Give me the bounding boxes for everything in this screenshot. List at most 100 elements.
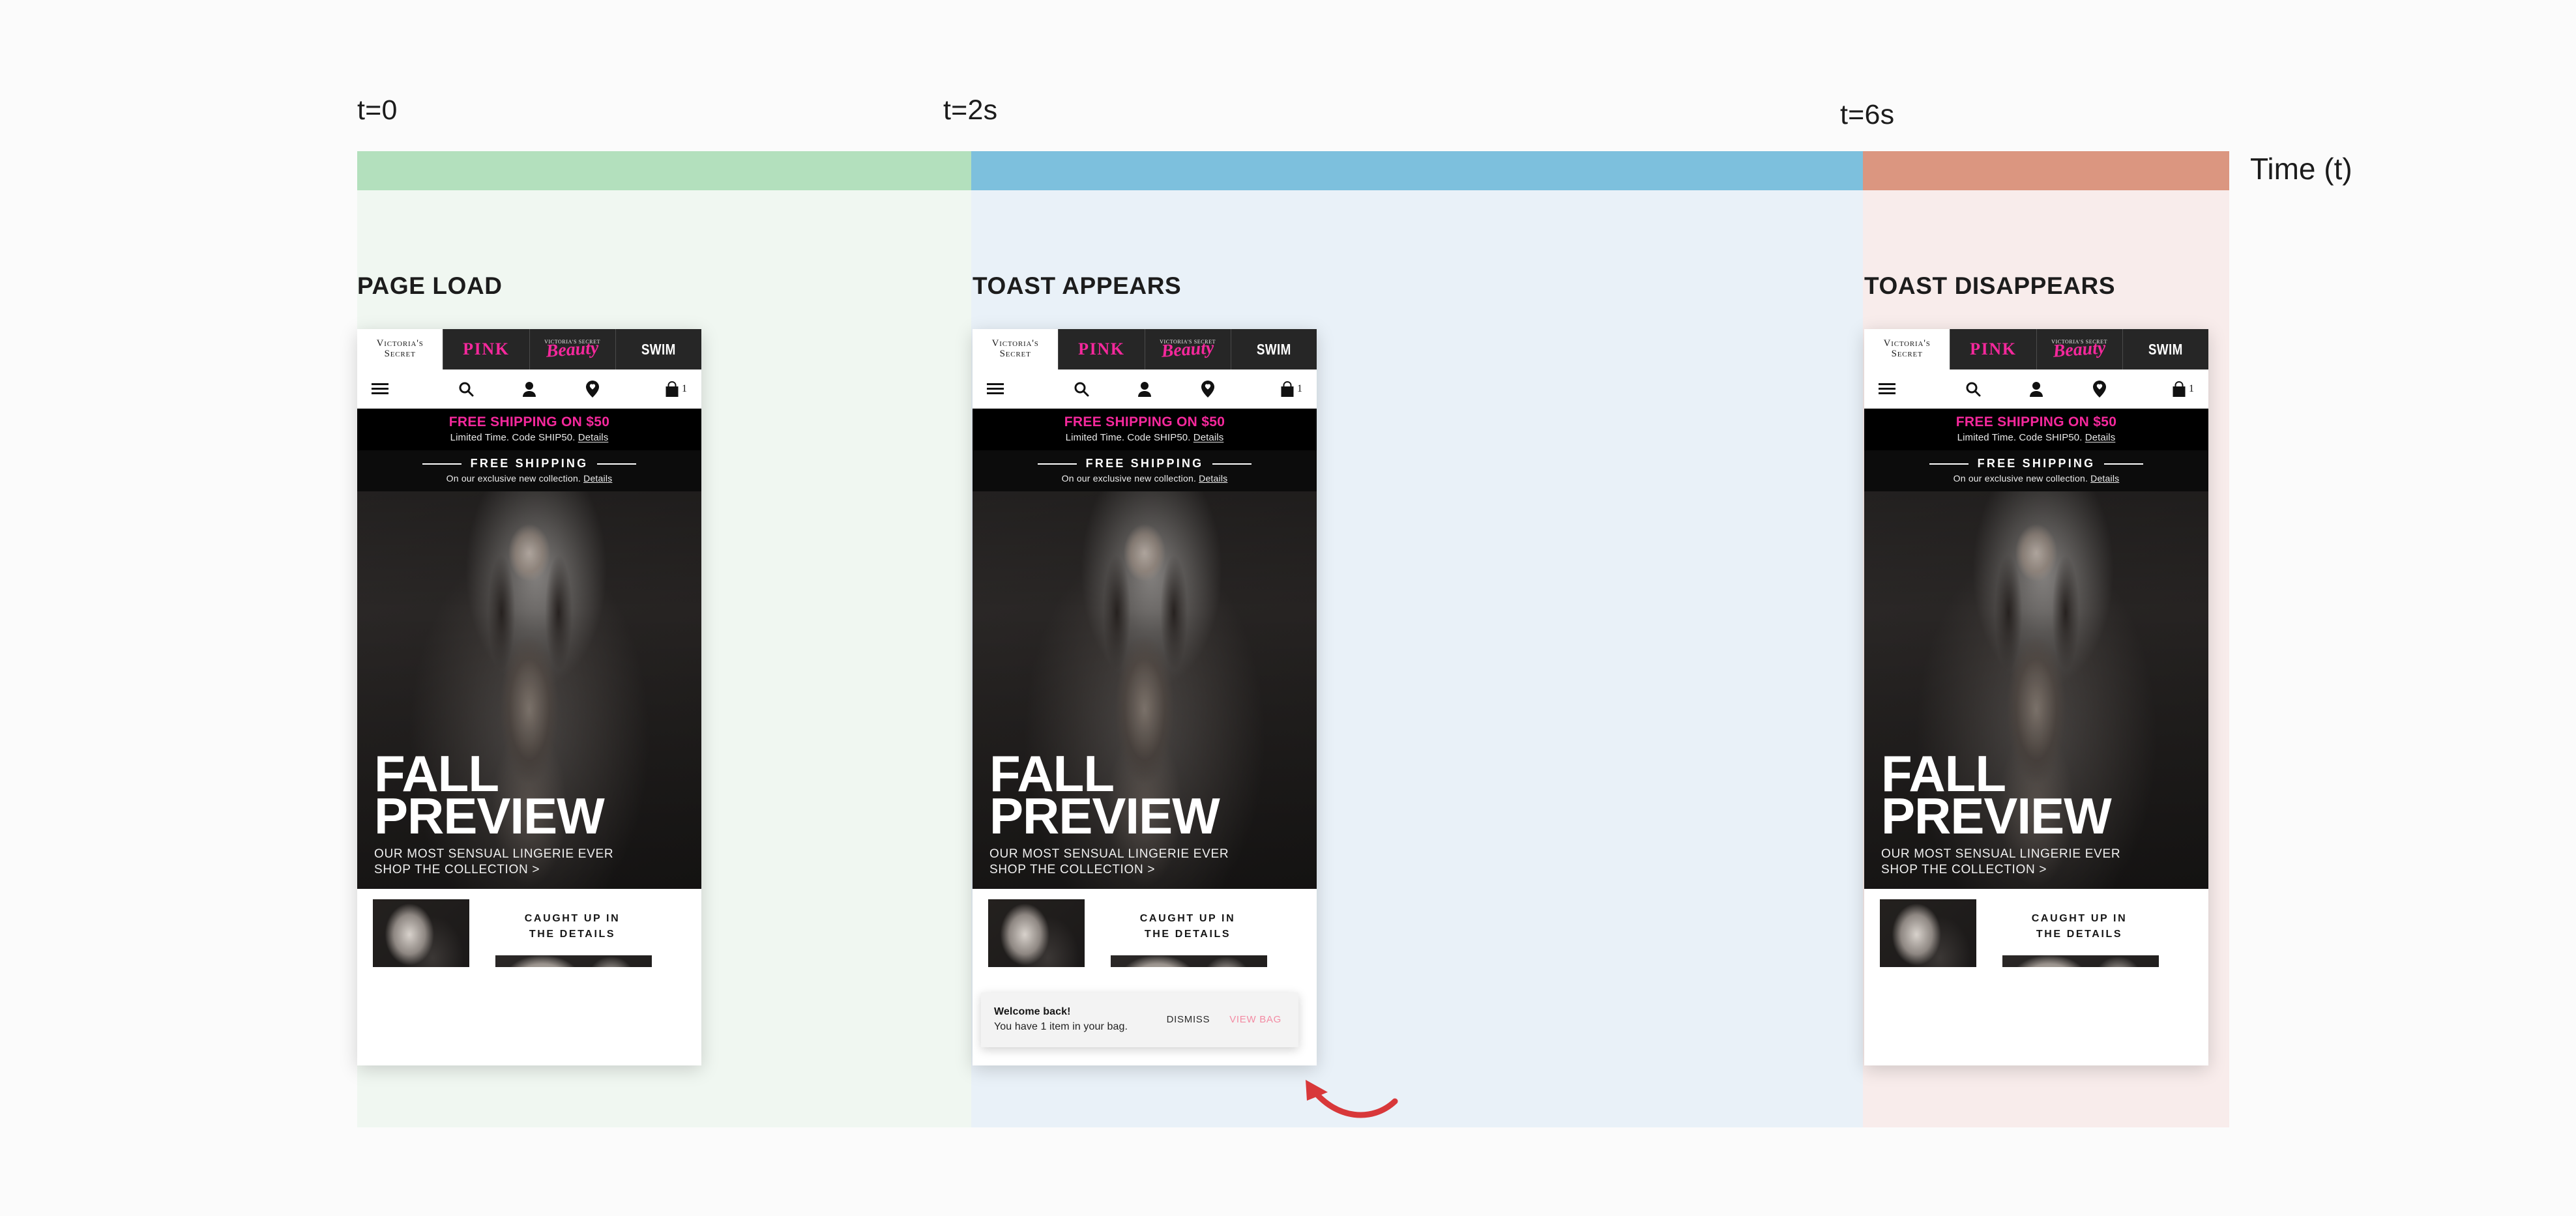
brand-tab-victorias-secret[interactable]: Victoria's Secret (357, 329, 443, 369)
rule-left (1929, 463, 1969, 465)
shipping-headline: FREE SHIPPING (1977, 457, 2096, 470)
rule-right (1212, 463, 1252, 465)
hero-cta[interactable]: SHOP THE COLLECTION > (374, 863, 692, 877)
toast-dismiss-button[interactable]: DISMISS (1167, 1014, 1210, 1025)
hero-subtitle: OUR MOST SENSUAL LINGERIE EVER (374, 847, 614, 861)
toast-title: Welcome back! (994, 1006, 1071, 1017)
menu-icon[interactable] (372, 383, 435, 395)
shipping-details-link[interactable]: Details (1199, 473, 1227, 484)
shipping-headline: FREE SHIPPING (470, 457, 589, 470)
shipping-headline: FREE SHIPPING (1085, 457, 1204, 470)
hero-title: FALL PREVIEW (989, 744, 1220, 845)
promo-subline: Limited Time. Code SHIP50. Details (450, 432, 609, 443)
details-image-right[interactable] (2002, 955, 2159, 967)
timeline-diagram: t=0 t=2s t=6s Time (t) PAGE LOAD TOAST A… (0, 0, 2576, 1216)
details-section: CAUGHT UP IN THE DETAILS (1864, 889, 2208, 967)
vs-logo-line2: Secret (384, 349, 416, 359)
details-image-right[interactable] (1111, 955, 1267, 967)
utility-icon-bar: 1 (973, 369, 1317, 409)
hero-subtitle: OUR MOST SENSUAL LINGERIE EVER (1881, 847, 2121, 861)
brand-tab-pink[interactable]: PINK (443, 329, 529, 369)
shipping-banner[interactable]: FREE SHIPPING On our exclusive new colle… (1864, 450, 2208, 491)
shipping-banner[interactable]: FREE SHIPPING On our exclusive new colle… (973, 450, 1317, 491)
brand-tab-swim[interactable]: SWIM (1230, 329, 1317, 369)
account-icon[interactable] (498, 381, 561, 397)
brand-tab-pink[interactable]: PINK (1950, 329, 2036, 369)
bag-count: 1 (681, 383, 687, 394)
shipping-details-link[interactable]: Details (583, 473, 612, 484)
details-heading: CAUGHT UP IN THE DETAILS (524, 913, 621, 940)
menu-icon[interactable] (1879, 383, 1942, 395)
account-icon[interactable] (2005, 381, 2068, 397)
shipping-subline: On our exclusive new collection. Details (1061, 473, 1228, 484)
brand-tab-beauty[interactable]: VICTORIA'S SECRET Beauty (2036, 329, 2122, 369)
band-bar-toast-disappears (1863, 151, 2229, 190)
phone-mock-page-load: Victoria's Secret PINK VICTORIA'S SECRET… (357, 329, 701, 1065)
rule-left (422, 463, 461, 465)
menu-icon[interactable] (987, 383, 1050, 395)
utility-icon-bar: 1 (357, 369, 701, 409)
brand-tab-beauty[interactable]: VICTORIA'S SECRET Beauty (1144, 329, 1231, 369)
search-icon[interactable] (435, 381, 498, 397)
hero-subtitle: OUR MOST SENSUAL LINGERIE EVER (989, 847, 1229, 861)
promo-details-link[interactable]: Details (2085, 432, 2116, 443)
hero-title: FALL PREVIEW (374, 744, 605, 845)
shipping-details-link[interactable]: Details (2090, 473, 2119, 484)
promo-details-link[interactable]: Details (578, 432, 609, 443)
vs-logo-line1: Victoria's (376, 338, 424, 349)
bag-count: 1 (1296, 383, 1302, 394)
rule-right (2104, 463, 2144, 465)
brand-tab-victorias-secret[interactable]: Victoria's Secret (973, 329, 1059, 369)
bag-icon[interactable]: 1 (2131, 381, 2194, 398)
hero-banner[interactable]: FALL PREVIEW OUR MOST SENSUAL LINGERIE E… (357, 491, 701, 889)
store-locator-icon[interactable] (1176, 381, 1239, 398)
utility-icon-bar: 1 (1864, 369, 2208, 409)
promo-headline: FREE SHIPPING ON $50 (1064, 414, 1225, 429)
promo-subline: Limited Time. Code SHIP50. Details (1065, 432, 1224, 443)
promo-banner[interactable]: FREE SHIPPING ON $50 Limited Time. Code … (1864, 409, 2208, 450)
shipping-subline: On our exclusive new collection. Details (446, 473, 613, 484)
brand-tab-bar: Victoria's Secret PINK VICTORIA'S SECRET… (357, 329, 701, 369)
details-image-left[interactable] (988, 899, 1085, 967)
brand-tab-pink[interactable]: PINK (1058, 329, 1145, 369)
hero-banner[interactable]: FALL PREVIEW OUR MOST SENSUAL LINGERIE E… (973, 491, 1317, 889)
toast-notification[interactable]: Welcome back! You have 1 item in your ba… (981, 992, 1298, 1047)
toast-message: You have 1 item in your bag. (994, 1021, 1128, 1032)
promo-banner[interactable]: FREE SHIPPING ON $50 Limited Time. Code … (357, 409, 701, 450)
shipping-headline-row: FREE SHIPPING (973, 457, 1317, 470)
store-locator-icon[interactable] (561, 381, 624, 398)
shipping-headline-row: FREE SHIPPING (1864, 457, 2208, 470)
brand-tab-victorias-secret[interactable]: Victoria's Secret (1864, 329, 1950, 369)
brand-tab-bar: Victoria's Secret PINK VICTORIA'S SECRET… (973, 329, 1317, 369)
details-image-right[interactable] (495, 955, 652, 967)
details-image-left[interactable] (1880, 899, 1976, 967)
promo-banner[interactable]: FREE SHIPPING ON $50 Limited Time. Code … (973, 409, 1317, 450)
search-icon[interactable] (1942, 381, 2005, 397)
shipping-banner[interactable]: FREE SHIPPING On our exclusive new colle… (357, 450, 701, 491)
search-icon[interactable] (1050, 381, 1113, 397)
band-bar-toast-appears (971, 151, 1863, 190)
toast-view-bag-button[interactable]: VIEW BAG (1229, 1014, 1281, 1025)
details-image-left[interactable] (373, 899, 469, 967)
bag-icon[interactable]: 1 (1239, 381, 1302, 398)
brand-tab-beauty[interactable]: VICTORIA'S SECRET Beauty (529, 329, 615, 369)
phone-mock-toast-appears: Victoria's Secret PINK VICTORIA'S SECRET… (973, 329, 1317, 1065)
promo-details-link[interactable]: Details (1193, 432, 1224, 443)
details-section: CAUGHT UP IN THE DETAILS (357, 889, 701, 967)
phone-mock-toast-disappears: Victoria's Secret PINK VICTORIA'S SECRET… (1864, 329, 2208, 1065)
brand-tab-bar: Victoria's Secret PINK VICTORIA'S SECRET… (1864, 329, 2208, 369)
bag-icon[interactable]: 1 (624, 381, 687, 398)
brand-tab-swim[interactable]: SWIM (615, 329, 701, 369)
hero-cta[interactable]: SHOP THE COLLECTION > (989, 863, 1308, 877)
promo-subline: Limited Time. Code SHIP50. Details (1957, 432, 2116, 443)
store-locator-icon[interactable] (2068, 381, 2131, 398)
rule-left (1037, 463, 1077, 465)
shipping-headline-row: FREE SHIPPING (357, 457, 701, 470)
rule-right (597, 463, 637, 465)
promo-headline: FREE SHIPPING ON $50 (1955, 414, 2117, 429)
brand-tab-swim[interactable]: SWIM (2122, 329, 2208, 369)
shipping-subline: On our exclusive new collection. Details (1953, 473, 2120, 484)
account-icon[interactable] (1113, 381, 1177, 397)
hero-banner[interactable]: FALL PREVIEW OUR MOST SENSUAL LINGERIE E… (1864, 491, 2208, 889)
hero-cta[interactable]: SHOP THE COLLECTION > (1881, 863, 2199, 877)
